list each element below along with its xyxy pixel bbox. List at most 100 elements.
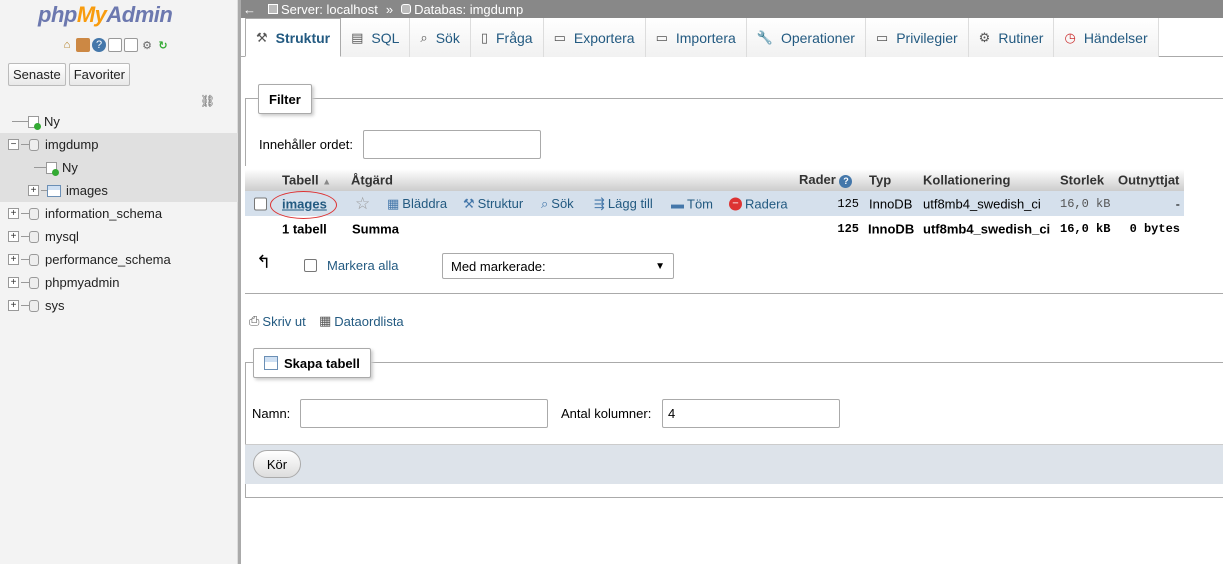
home-icon[interactable]: ⌂ — [60, 38, 74, 52]
main-menu-tabs: ⚒ Struktur ▤ SQL ⌕ Sök ▯ Fråga ▭ Exportera ▭ I… — [241, 18, 1223, 57]
tab-export[interactable]: ▭ Exportera — [543, 18, 646, 57]
tab-routines[interactable]: ⚙ Rutiner — [968, 18, 1055, 57]
tree-item-new[interactable]: Ny — [0, 110, 238, 133]
breadcrumb-database[interactable]: Databas: imgdump — [401, 2, 523, 17]
gear-icon[interactable]: ⚙ — [140, 38, 154, 52]
wrench-icon: 🔧 — [756, 29, 773, 45]
help-icon[interactable]: ? — [92, 38, 106, 52]
data-dictionary-link[interactable]: ▦ Dataordlista — [319, 313, 404, 329]
tab-import[interactable]: ▭ Importera — [645, 18, 747, 57]
favorites-button[interactable]: Favoriter — [68, 63, 130, 86]
dictionary-icon: ▦ — [319, 313, 332, 328]
header-overhead[interactable]: Outnyttjat — [1118, 173, 1179, 188]
check-all-checkbox[interactable] — [304, 259, 317, 272]
header-collation[interactable]: Kollationering — [923, 173, 1010, 188]
database-icon — [29, 253, 39, 266]
with-selected-select[interactable]: Med markerade: ▼ — [442, 253, 674, 279]
column-count-label: Antal kolumner: — [561, 406, 652, 421]
database-icon — [29, 207, 39, 220]
server-icon — [268, 4, 278, 14]
row-count: 125 — [837, 196, 859, 211]
go-button[interactable]: Kör — [253, 450, 301, 478]
row-size[interactable]: 16,0 kB — [1060, 197, 1110, 211]
tree-item-performance-schema[interactable]: + performance_schema — [0, 248, 238, 271]
phpmyadmin-logo[interactable]: phpMyAdmin — [38, 2, 173, 28]
expand-icon[interactable]: + — [8, 254, 19, 265]
row-collation: utf8mb4_swedish_ci — [923, 196, 1041, 211]
create-table-footer — [245, 444, 1223, 484]
collapse-icon[interactable]: − — [8, 139, 19, 150]
tables-list: Tabell ▲ Åtgärd Rader ? Typ Kollationeri… — [245, 169, 1184, 241]
clock-icon: ◷ — [1064, 29, 1076, 45]
docs-icon[interactable] — [108, 38, 122, 52]
summary-collation: utf8mb4_swedish_ci — [923, 221, 1051, 236]
tree-item-information-schema[interactable]: + information_schema — [0, 202, 238, 225]
link-chain-icon[interactable]: ⛓ — [200, 94, 215, 108]
empty-link[interactable]: ▬ Töm — [671, 196, 713, 211]
expand-icon[interactable]: + — [28, 185, 39, 196]
browse-link[interactable]: ▦ Bläddra — [387, 196, 447, 212]
tab-structure[interactable]: ⚒ Struktur — [245, 18, 342, 57]
tab-operations[interactable]: 🔧 Operationer — [746, 18, 866, 57]
tab-sql[interactable]: ▤ SQL — [341, 18, 411, 57]
column-count-input[interactable]: 4 — [662, 399, 840, 428]
tab-privileges[interactable]: ▭ Privilegier — [865, 18, 969, 57]
row-checkbox[interactable] — [254, 197, 267, 210]
filter-label: Innehåller ordet: — [259, 137, 353, 152]
header-rows[interactable]: Rader ? — [799, 172, 853, 188]
expand-icon[interactable]: + — [8, 208, 19, 219]
header-type[interactable]: Typ — [869, 173, 891, 188]
header-size[interactable]: Storlek — [1060, 173, 1104, 188]
tab-query[interactable]: ▯ Fråga — [470, 18, 544, 57]
tab-search[interactable]: ⌕ Sök — [410, 18, 471, 57]
expand-icon[interactable]: + — [8, 231, 19, 242]
chevron-down-icon: ▼ — [655, 260, 665, 272]
table-name-label: Namn: — [252, 406, 291, 421]
privileges-icon: ▭ — [875, 29, 889, 45]
tree-item-images[interactable]: + images — [0, 179, 238, 202]
tree-item-imgdump[interactable]: − imgdump — [0, 133, 238, 156]
new-icon — [46, 161, 59, 176]
structure-icon: ⚒ — [256, 29, 268, 45]
filter-input[interactable] — [363, 130, 541, 159]
empty-icon: ▬ — [671, 196, 684, 211]
summary-rows: 125 — [837, 221, 859, 236]
database-icon — [29, 138, 39, 151]
breadcrumb-server[interactable]: Server: localhost — [268, 2, 378, 17]
tab-events[interactable]: ◷ Händelser — [1054, 18, 1159, 57]
new-icon — [28, 115, 41, 130]
summary-overhead: 0 bytes — [1129, 221, 1180, 236]
search-icon: ⌕ — [420, 29, 428, 45]
search-link[interactable]: ⌕ Sök — [541, 196, 574, 212]
tree-item-phpmyadmin[interactable]: + phpmyadmin — [0, 271, 238, 294]
tree-item-sys[interactable]: + sys — [0, 294, 238, 317]
divider — [245, 293, 1223, 294]
tree-item-imgdump-new[interactable]: Ny — [0, 156, 238, 179]
favorite-star-icon[interactable]: ☆ — [355, 194, 370, 214]
insert-link[interactable]: ⇶ Lägg till — [594, 196, 653, 212]
expand-icon[interactable]: + — [8, 300, 19, 311]
printer-icon: ⎙ — [249, 313, 260, 328]
header-table[interactable]: Tabell ▲ — [282, 173, 331, 188]
table-name-input[interactable] — [300, 399, 548, 428]
quick-links: ⌂ ? ⚙ ↻ — [60, 38, 170, 52]
recent-button[interactable]: Senaste — [8, 63, 66, 86]
tree-item-mysql[interactable]: + mysql — [0, 225, 238, 248]
back-arrow-icon[interactable]: ← — [243, 2, 256, 17]
sidebar-tabs: Senaste Favoriter — [8, 63, 130, 86]
row-overhead: - — [1175, 196, 1180, 211]
import-icon: ▭ — [655, 29, 668, 45]
filter-legend: Filter — [258, 84, 312, 114]
export-icon: ▭ — [553, 29, 566, 45]
expand-icon[interactable]: + — [8, 277, 19, 288]
panel-resizer[interactable] — [238, 0, 241, 564]
browse-icon: ▦ — [387, 195, 400, 211]
drop-link[interactable]: − Radera — [729, 196, 788, 211]
copy-icon[interactable] — [124, 38, 138, 52]
reload-icon[interactable]: ↻ — [156, 38, 170, 52]
structure-link[interactable]: ⚒ Struktur — [463, 196, 523, 212]
check-all-label[interactable]: Markera alla — [327, 258, 399, 273]
logout-icon[interactable] — [76, 38, 90, 52]
help-icon[interactable]: ? — [839, 175, 853, 188]
print-link[interactable]: ⎙ Skriv ut — [249, 313, 306, 329]
